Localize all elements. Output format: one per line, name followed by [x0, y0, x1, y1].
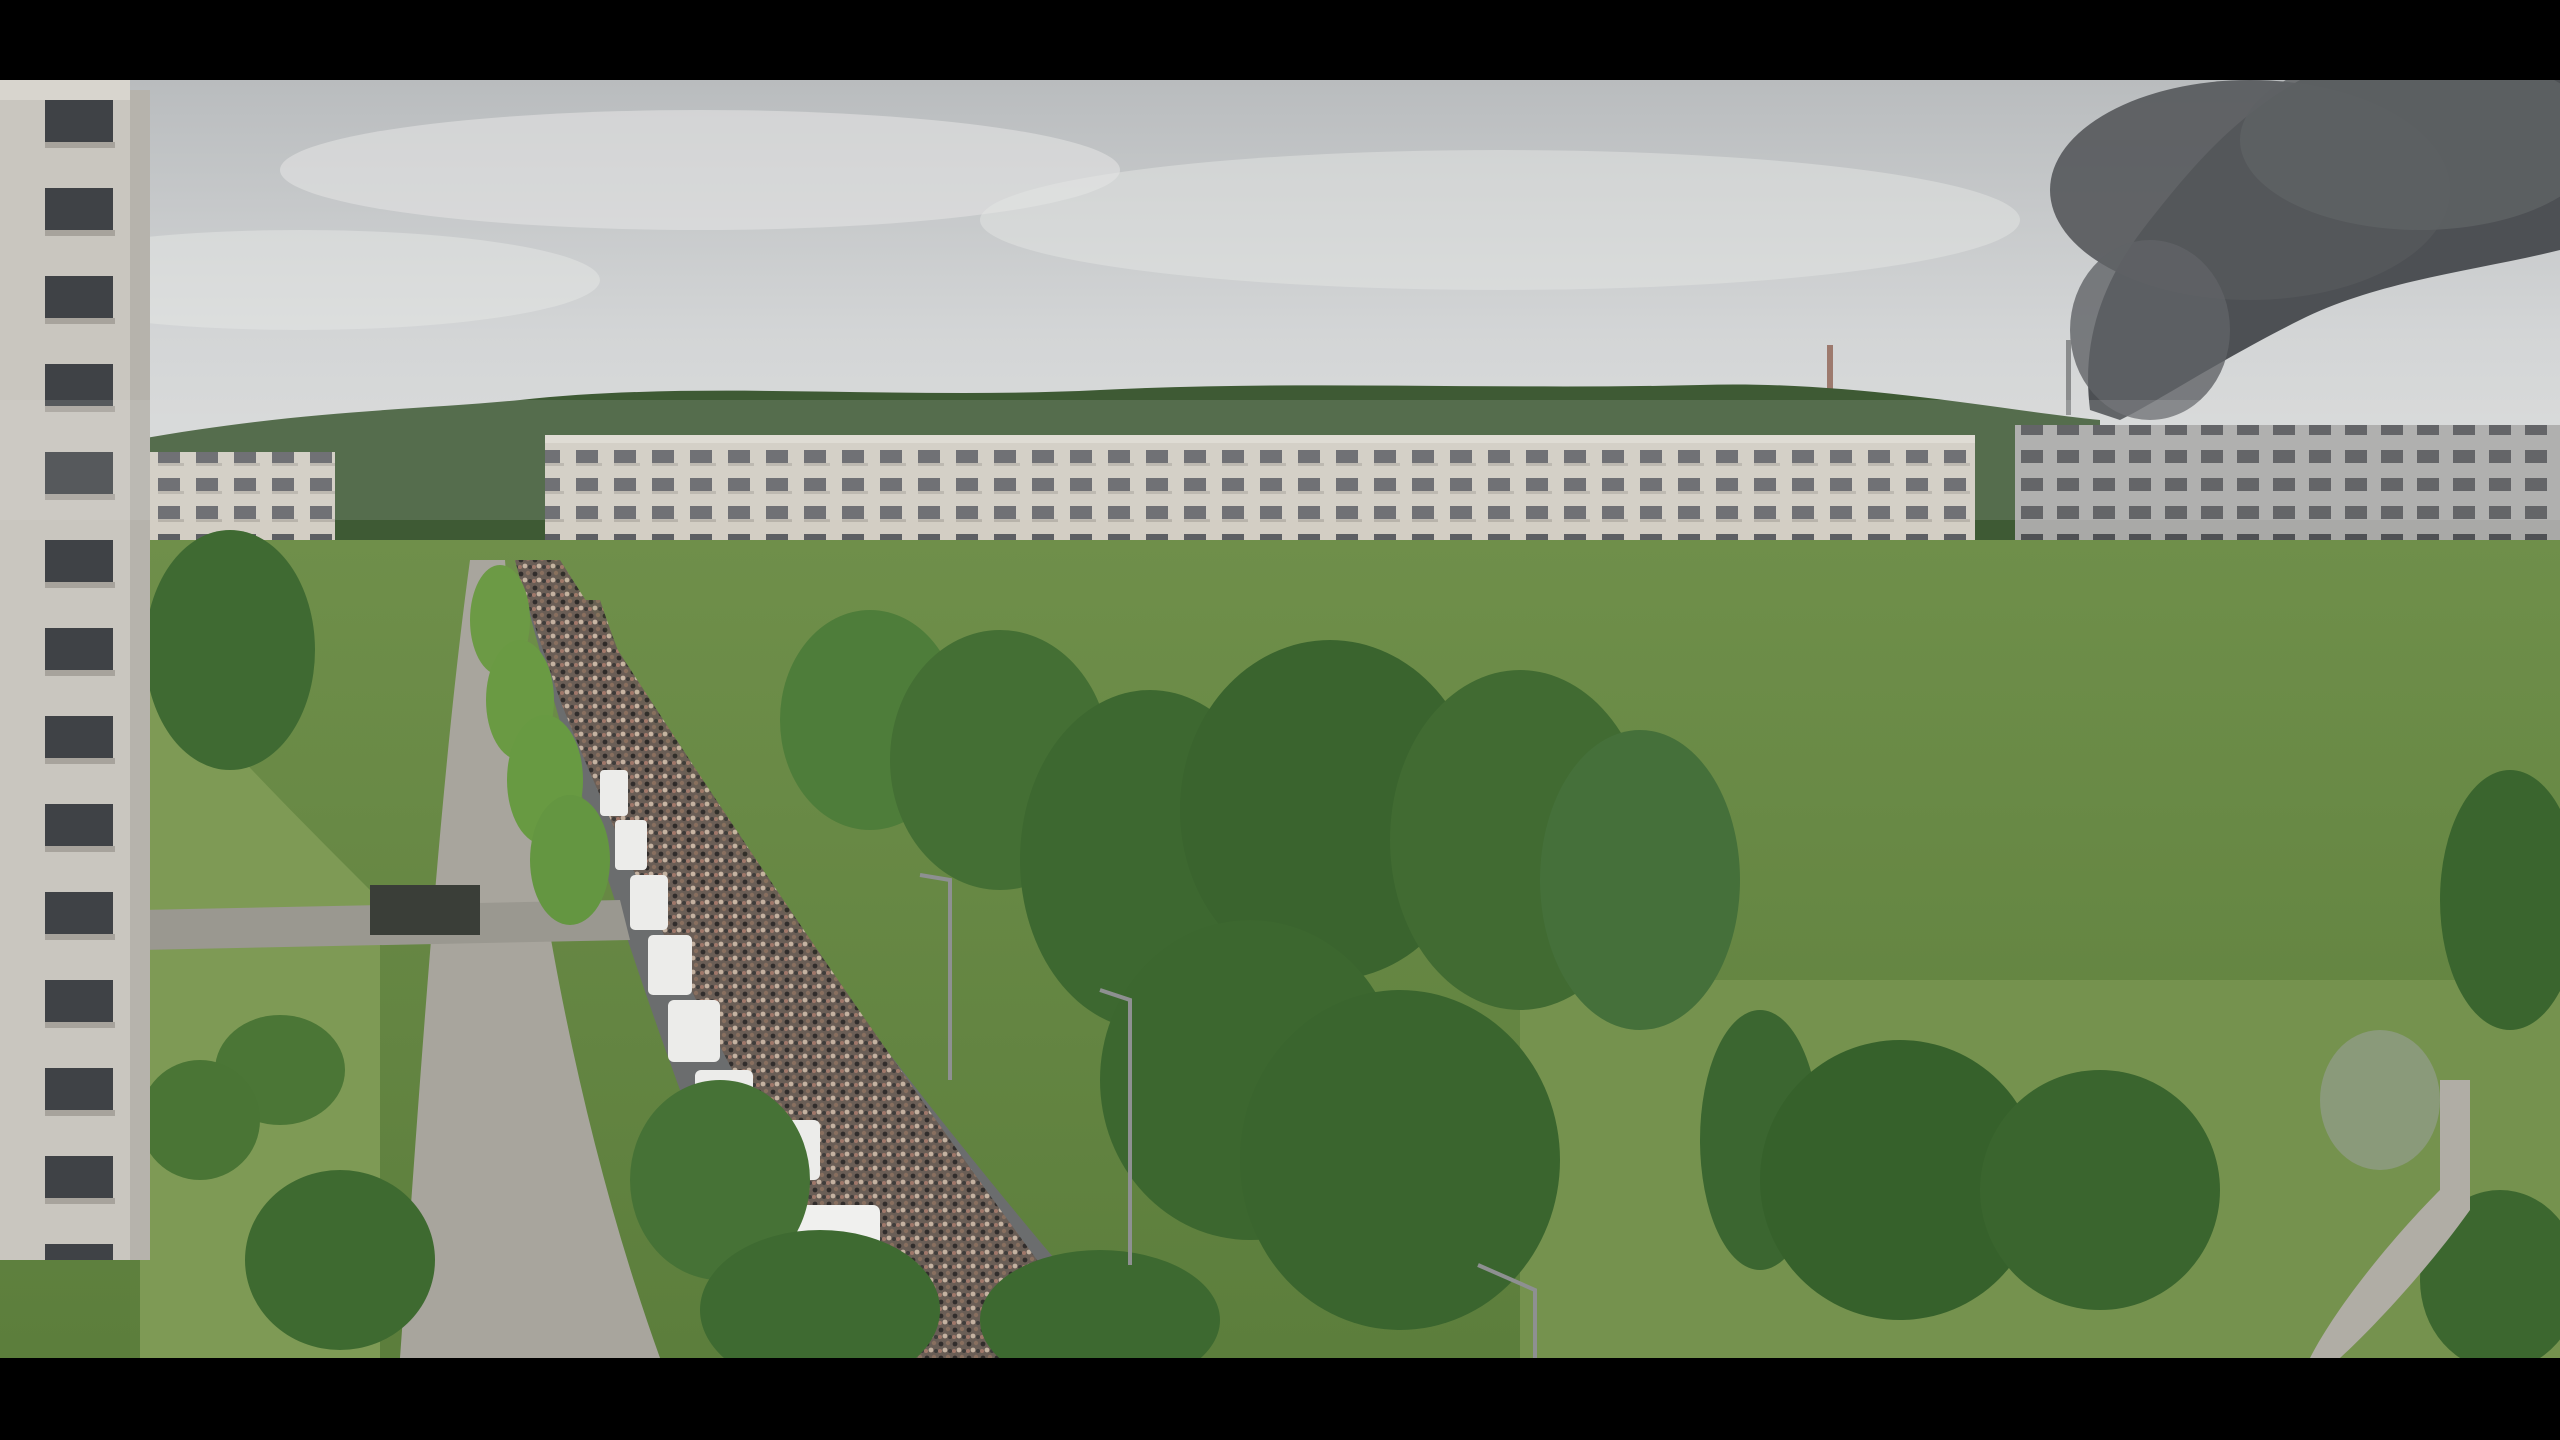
military-truck [370, 885, 480, 935]
aerial-city-scene [0, 80, 2560, 1358]
scene-illustration [0, 80, 2560, 1358]
letterbox-top [0, 0, 2560, 80]
letterbox-bottom [0, 1358, 2560, 1440]
video-frame [0, 0, 2560, 1440]
tower-foreground-left [0, 80, 150, 1260]
